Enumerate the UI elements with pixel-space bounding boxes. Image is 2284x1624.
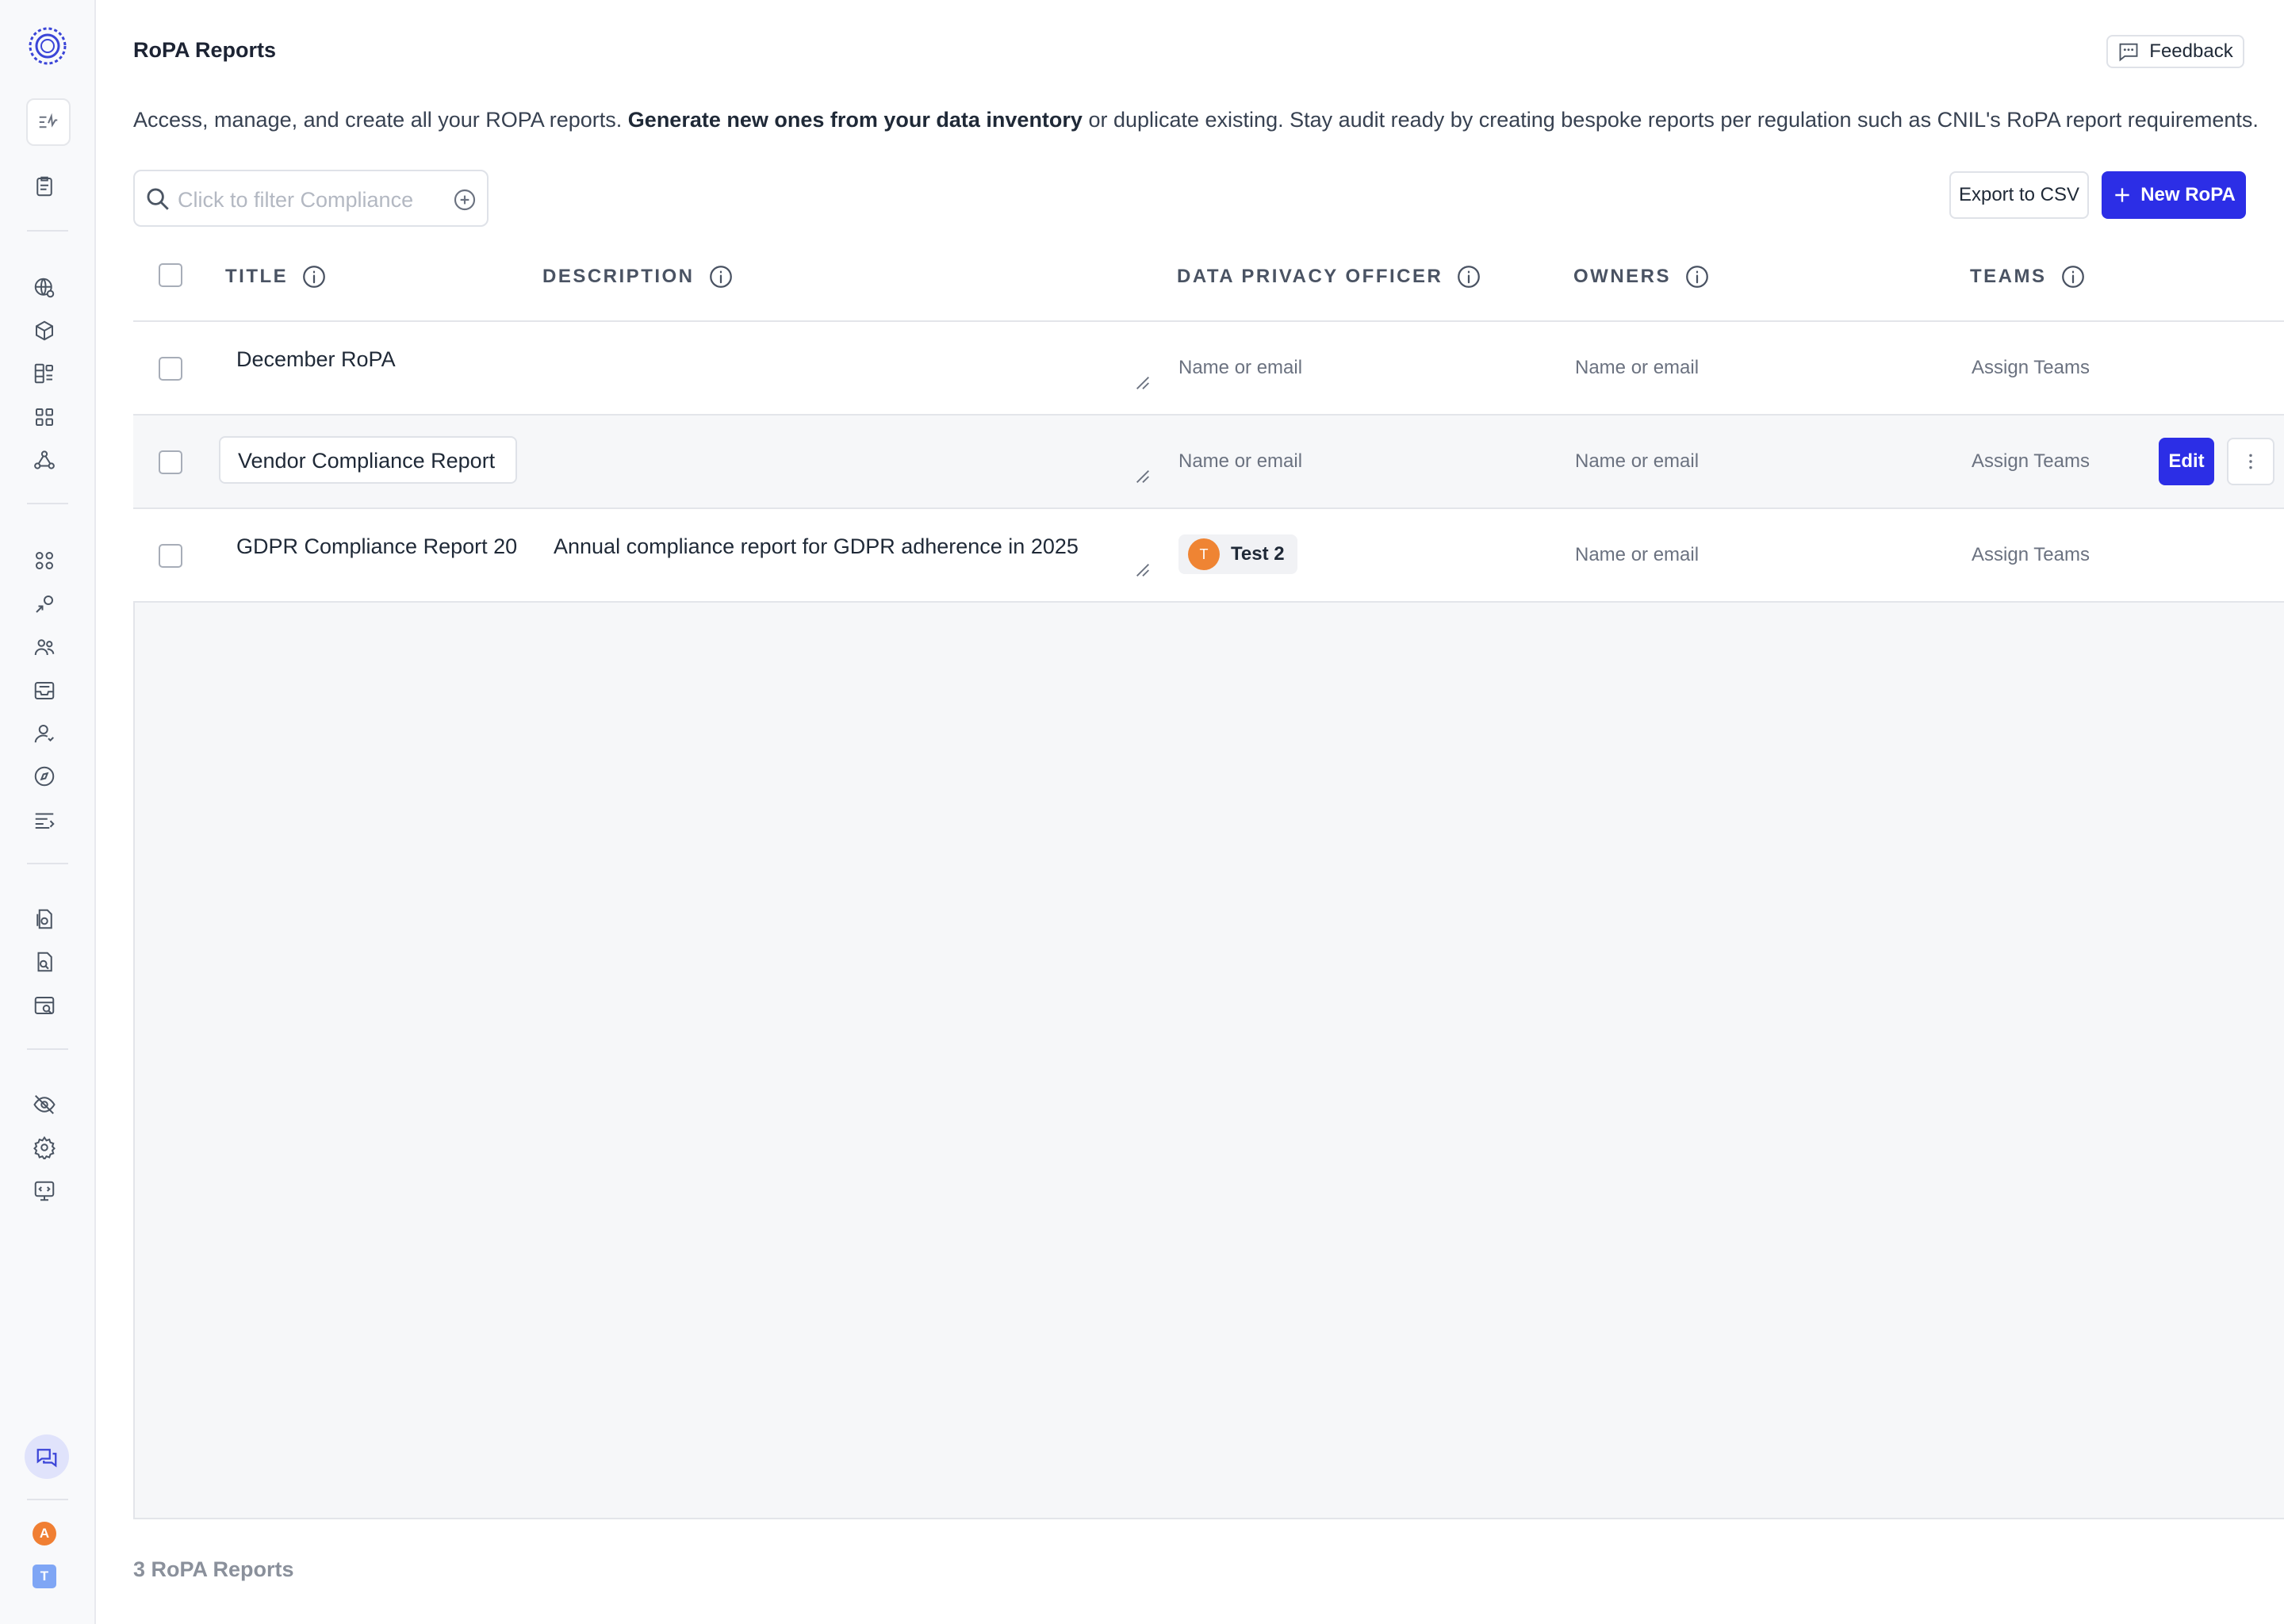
filter-input[interactable]	[176, 186, 417, 214]
description-link: Generate new ones from your data invento…	[627, 108, 1083, 132]
integration-icon[interactable]	[27, 587, 62, 622]
activity-icon[interactable]	[26, 98, 71, 146]
inbox-icon[interactable]	[27, 673, 62, 708]
plus-icon	[2115, 188, 2129, 202]
app-logo-icon[interactable]	[25, 24, 70, 68]
report-count: 3 RoPA Reports	[133, 1557, 294, 1581]
workspace-avatar[interactable]: T	[33, 1565, 56, 1588]
column-data-privacy-officer[interactable]: DATA PRIVACY OFFICER	[1177, 263, 1482, 290]
info-icon[interactable]	[1455, 263, 1482, 290]
row-checkbox[interactable]	[159, 544, 182, 568]
teams-cell[interactable]: Assign Teams	[1972, 357, 2090, 379]
eye-off-icon[interactable]	[27, 1087, 62, 1122]
filter-box[interactable]	[133, 170, 489, 227]
title-cell[interactable]: December RoPA	[236, 347, 396, 372]
page-description: Access, manage, and create all your ROPA…	[133, 108, 2259, 132]
monitor-code-icon[interactable]	[27, 1174, 62, 1208]
sidebar: A T	[0, 0, 96, 1624]
dpo-user-chip[interactable]: T Test 2	[1178, 534, 1297, 574]
title-cell-editing[interactable]: Vendor Compliance Report	[219, 436, 517, 484]
chat-icon[interactable]	[25, 1434, 69, 1479]
message-icon	[2119, 43, 2138, 62]
compass-icon[interactable]	[27, 759, 62, 794]
add-filter-icon[interactable]	[452, 187, 477, 213]
select-all-checkbox[interactable]	[159, 263, 182, 287]
edit-button[interactable]: Edit	[2159, 438, 2214, 485]
owners-cell[interactable]: Name or email	[1575, 450, 1699, 473]
grid-icon[interactable]	[27, 400, 62, 435]
file-search-icon[interactable]	[27, 944, 62, 979]
feedback-label: Feedback	[2149, 40, 2233, 62]
table-row[interactable]: December RoPA Name or email Name or emai…	[133, 322, 2284, 416]
users-icon[interactable]	[27, 630, 62, 665]
column-title[interactable]: TITLE	[225, 263, 328, 290]
owners-cell[interactable]: Name or email	[1575, 544, 1699, 566]
user-icon[interactable]	[27, 716, 62, 751]
user-avatar: T	[1188, 538, 1220, 570]
browser-search-icon[interactable]	[27, 988, 62, 1023]
owners-cell[interactable]: Name or email	[1575, 357, 1699, 379]
info-icon[interactable]	[2060, 263, 2087, 290]
column-owners[interactable]: OWNERS	[1573, 263, 1711, 290]
row-checkbox[interactable]	[159, 357, 182, 381]
description-cell[interactable]: Annual compliance report for GDPR adhere…	[554, 534, 1079, 559]
feedback-button[interactable]: Feedback	[2106, 35, 2244, 68]
export-csv-button[interactable]: Export to CSV	[1949, 171, 2089, 219]
column-teams[interactable]: TEAMS	[1970, 263, 2087, 290]
info-icon[interactable]	[707, 263, 734, 290]
table-empty-area	[133, 603, 2284, 1519]
row-checkbox[interactable]	[159, 450, 182, 474]
new-ropa-button[interactable]: New RoPA	[2102, 171, 2246, 219]
teams-cell[interactable]: Assign Teams	[1972, 544, 2090, 566]
avatar[interactable]: A	[33, 1522, 56, 1545]
user-name: Test 2	[1231, 543, 1285, 565]
more-options-button[interactable]	[2227, 438, 2274, 485]
apps-icon[interactable]	[27, 543, 62, 578]
globe-icon[interactable]	[27, 270, 62, 305]
cube-icon[interactable]	[27, 313, 62, 348]
table-row[interactable]: Vendor Compliance Report Name or email N…	[133, 416, 2284, 509]
new-ropa-label: New RoPA	[2140, 184, 2236, 205]
table-header: TITLE DESCRIPTION DATA PRIVACY OFFICER O…	[133, 238, 2284, 322]
gear-icon[interactable]	[27, 1130, 62, 1165]
title-cell[interactable]: GDPR Compliance Report 20	[236, 534, 517, 559]
resize-handle-icon[interactable]	[1134, 374, 1152, 392]
teams-cell[interactable]: Assign Teams	[1972, 450, 2090, 473]
more-vertical-icon	[2249, 454, 2252, 469]
clipboard-icon[interactable]	[27, 169, 62, 204]
network-icon[interactable]	[27, 442, 62, 477]
page-title: RoPA Reports	[133, 38, 277, 62]
search-icon	[147, 188, 169, 210]
dpo-cell[interactable]: Name or email	[1178, 450, 1302, 473]
info-icon[interactable]	[301, 263, 328, 290]
data-list-icon[interactable]	[27, 356, 62, 391]
file-doc-icon[interactable]	[27, 902, 62, 936]
resize-handle-icon[interactable]	[1134, 561, 1152, 579]
list-icon[interactable]	[27, 802, 62, 837]
info-icon[interactable]	[1684, 263, 1711, 290]
table-row[interactable]: GDPR Compliance Report 20 Annual complia…	[133, 509, 2284, 603]
resize-handle-icon[interactable]	[1134, 468, 1152, 485]
column-description[interactable]: DESCRIPTION	[542, 263, 734, 290]
dpo-cell[interactable]: Name or email	[1178, 357, 1302, 379]
